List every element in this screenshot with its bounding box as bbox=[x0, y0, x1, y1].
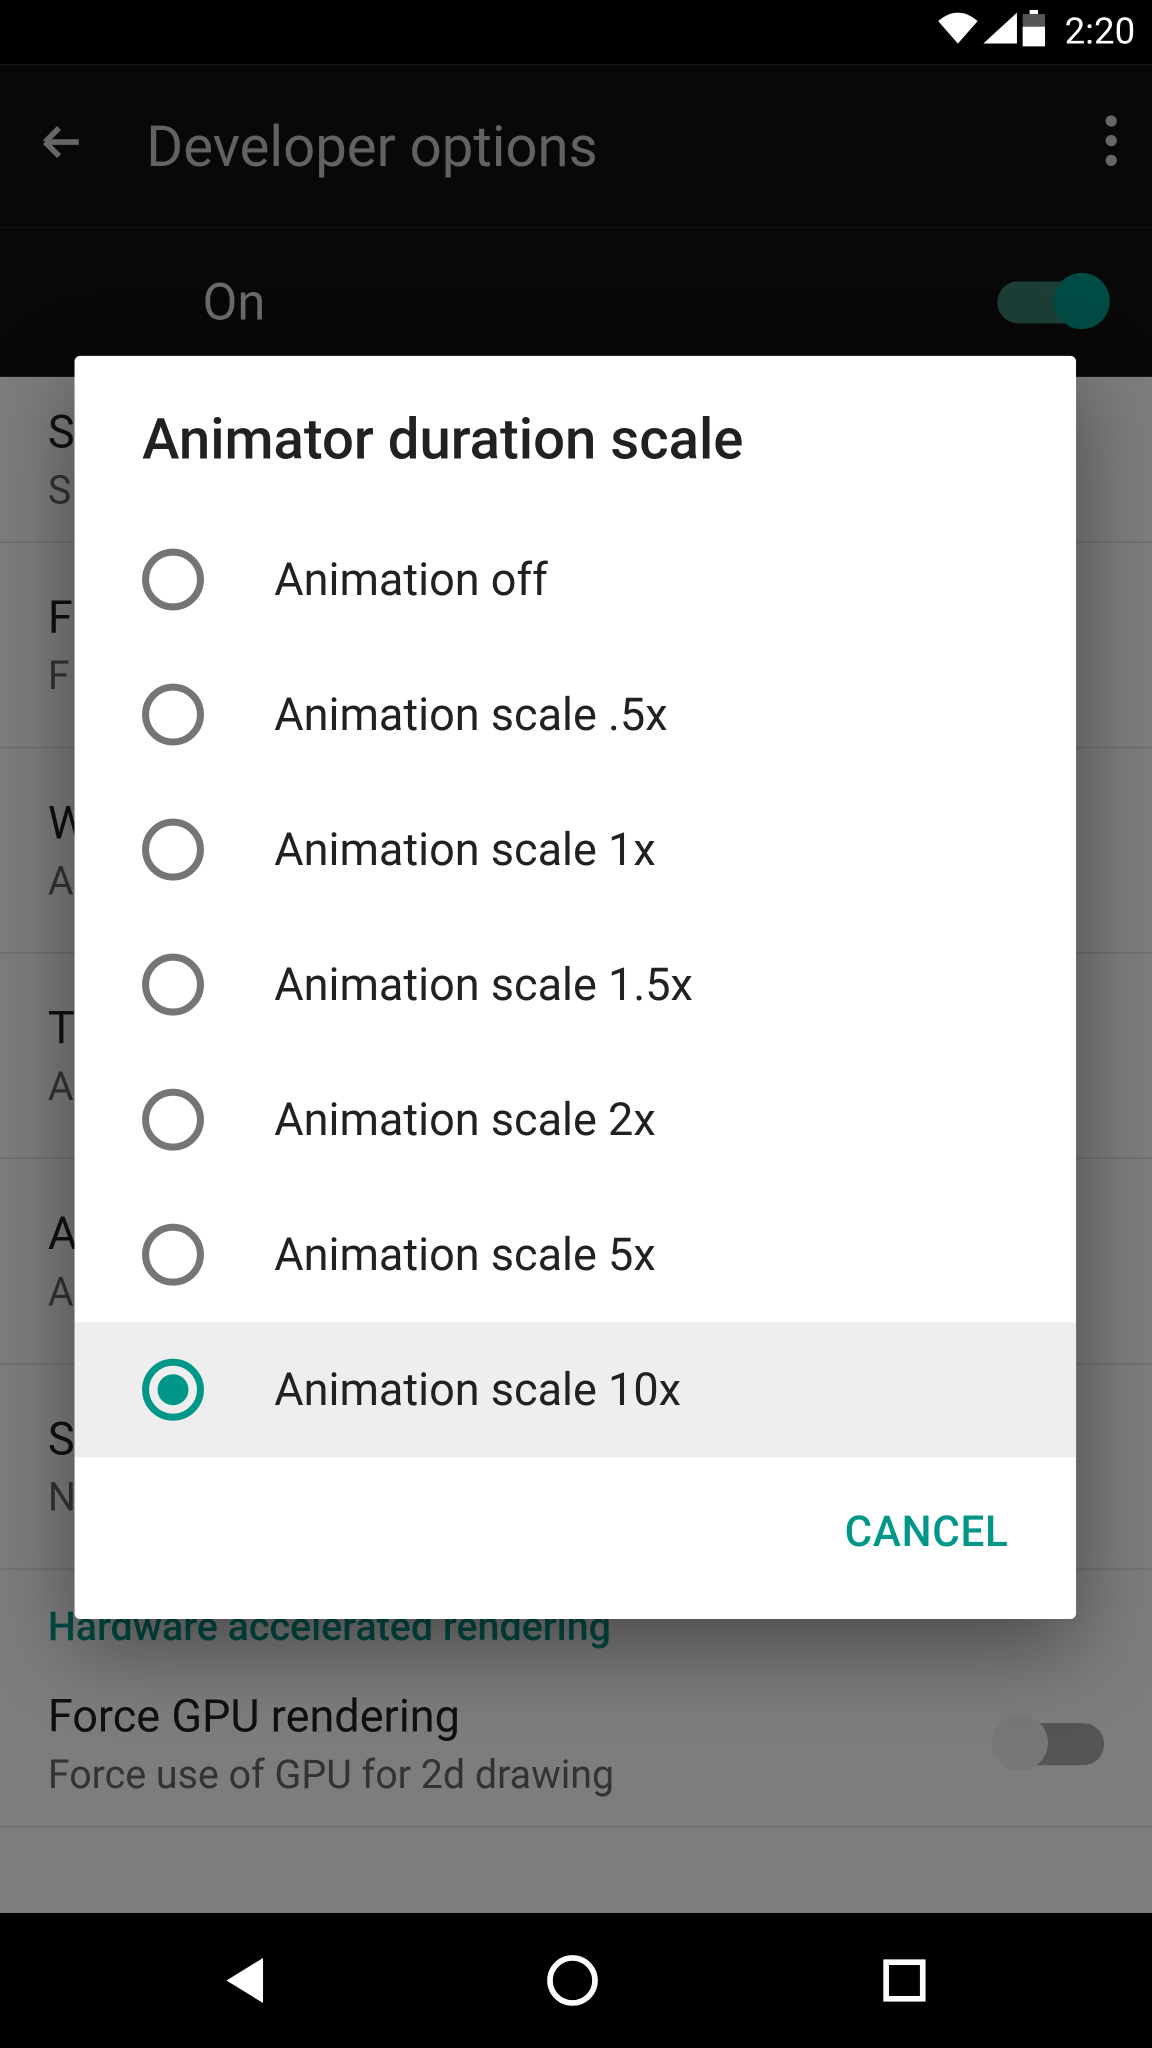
cellular-icon bbox=[983, 13, 1017, 52]
radio-option-5x[interactable]: Animation scale 5x bbox=[75, 1187, 1076, 1322]
radio-icon bbox=[142, 1224, 204, 1286]
navigation-bar bbox=[0, 1913, 1152, 2048]
status-time: 2:20 bbox=[1065, 11, 1136, 53]
dialog-actions: CANCEL bbox=[75, 1457, 1076, 1619]
radio-label: Animation scale 10x bbox=[274, 1363, 681, 1416]
nav-back-icon[interactable] bbox=[227, 1958, 264, 2003]
radio-option-1x[interactable]: Animation scale 1x bbox=[75, 782, 1076, 917]
radio-icon bbox=[142, 549, 204, 611]
radio-option-10x[interactable]: Animation scale 10x bbox=[75, 1322, 1076, 1457]
dialog-title: Animator duration scale bbox=[75, 356, 1076, 512]
radio-icon bbox=[142, 954, 204, 1016]
radio-label: Animation scale 1.5x bbox=[274, 958, 693, 1011]
radio-icon bbox=[142, 1359, 204, 1421]
radio-option-1-5x[interactable]: Animation scale 1.5x bbox=[75, 917, 1076, 1052]
wifi-icon bbox=[938, 13, 977, 52]
battery-icon bbox=[1022, 10, 1045, 55]
status-bar: 2:20 bbox=[0, 0, 1152, 65]
radio-option-0-5x[interactable]: Animation scale .5x bbox=[75, 647, 1076, 782]
animator-duration-dialog: Animator duration scale Animation off An… bbox=[75, 356, 1076, 1619]
radio-icon bbox=[142, 819, 204, 881]
radio-list: Animation off Animation scale .5x Animat… bbox=[75, 512, 1076, 1457]
radio-label: Animation scale 1x bbox=[274, 823, 655, 876]
radio-label: Animation off bbox=[274, 553, 547, 606]
radio-option-2x[interactable]: Animation scale 2x bbox=[75, 1052, 1076, 1187]
radio-label: Animation scale 2x bbox=[274, 1093, 655, 1146]
radio-option-off[interactable]: Animation off bbox=[75, 512, 1076, 647]
status-icons bbox=[938, 10, 1045, 55]
cancel-button[interactable]: CANCEL bbox=[811, 1485, 1042, 1579]
radio-icon bbox=[142, 1089, 204, 1151]
radio-label: Animation scale .5x bbox=[274, 688, 667, 741]
nav-recent-icon[interactable] bbox=[883, 1959, 925, 2001]
radio-icon bbox=[142, 684, 204, 746]
radio-label: Animation scale 5x bbox=[274, 1228, 655, 1281]
nav-home-icon[interactable] bbox=[548, 1955, 599, 2006]
